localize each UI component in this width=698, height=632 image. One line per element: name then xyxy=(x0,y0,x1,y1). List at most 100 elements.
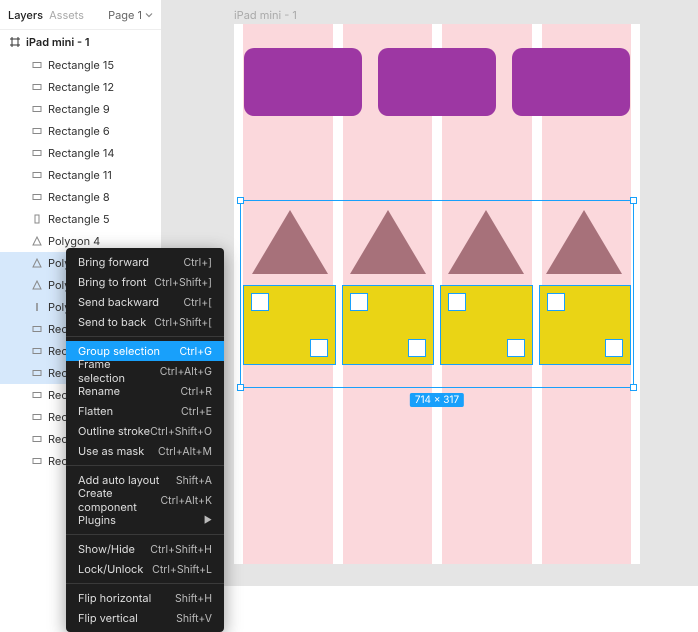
rect-icon xyxy=(32,192,42,202)
layer-row[interactable]: Rectangle 8 xyxy=(0,186,161,208)
menu-shortcut: Ctrl+Alt+M xyxy=(158,445,212,458)
layer-label: Rectangle 15 xyxy=(48,58,114,72)
chevron-right-icon: ▶ xyxy=(204,515,212,526)
menu-item-label: Bring to front xyxy=(78,275,146,289)
rect-icon xyxy=(32,82,42,92)
menu-shortcut: Ctrl+E xyxy=(181,405,212,418)
layer-row[interactable]: Rectangle 6 xyxy=(0,120,161,142)
menu-item[interactable]: Send backwardCtrl+[ xyxy=(66,292,224,312)
rect-icon xyxy=(32,104,42,114)
menu-item[interactable]: Flip horizontal Shift+H xyxy=(66,588,224,608)
menu-item-label: Outline stroke xyxy=(78,424,150,438)
tri-icon xyxy=(32,236,42,246)
menu-item-label: Show/Hide xyxy=(78,542,135,556)
menu-shortcut: Ctrl+Shift+O xyxy=(150,425,212,438)
menu-shortcut: Shift+A xyxy=(176,474,212,487)
menu-shortcut: Ctrl+Alt+G xyxy=(160,365,212,378)
layer-label: Rectangle 11 xyxy=(48,168,112,182)
menu-item-label: Group selection xyxy=(78,344,160,358)
menu-separator xyxy=(66,534,224,535)
rect-icon xyxy=(32,368,42,378)
page-selector[interactable]: Page 1 xyxy=(108,8,153,22)
menu-shortcut: Ctrl+Shift+H xyxy=(150,543,212,556)
menu-item[interactable]: Create componentCtrl+Alt+K xyxy=(66,490,224,510)
menu-shortcut: Ctrl+[ xyxy=(183,296,212,309)
selection-bounds[interactable]: 714 × 317 xyxy=(240,200,634,388)
layer-row[interactable]: Rectangle 14 xyxy=(0,142,161,164)
menu-shortcut: Ctrl+Shift+L xyxy=(152,563,212,576)
rect-icon xyxy=(32,456,42,466)
page-selector-label: Page 1 xyxy=(108,8,142,22)
menu-item-label: Rename xyxy=(78,384,120,398)
menu-shortcut: Shift+V xyxy=(176,612,212,625)
layer-row[interactable]: Rectangle 15 xyxy=(0,54,161,76)
purple-rect[interactable] xyxy=(244,48,362,116)
menu-item[interactable]: Flatten Ctrl+E xyxy=(66,401,224,421)
panel-tabs: Layers Assets Page 1 xyxy=(0,0,161,30)
layer-row[interactable]: Rectangle 5 xyxy=(0,208,161,230)
rect-icon xyxy=(32,170,42,180)
tab-layers[interactable]: Layers xyxy=(8,0,49,30)
rect-icon xyxy=(32,126,42,136)
menu-shortcut: Ctrl+Alt+K xyxy=(160,494,212,507)
menu-shortcut: Ctrl+Shift+] xyxy=(154,276,212,289)
rect-icon xyxy=(32,60,42,70)
menu-item[interactable]: Show/Hide Ctrl+Shift+H xyxy=(66,539,224,559)
menu-item[interactable]: Bring forward Ctrl+] xyxy=(66,252,224,272)
menu-item-label: Use as mask xyxy=(78,444,144,458)
rect-icon xyxy=(32,324,42,334)
rect-icon xyxy=(32,412,42,422)
menu-item-label: Send to back xyxy=(78,315,146,329)
menu-item-label: Bring forward xyxy=(78,255,149,269)
menu-item-label: Plugins xyxy=(78,513,116,527)
purple-rect[interactable] xyxy=(378,48,496,116)
menu-item-label: Flip horizontal xyxy=(78,591,151,605)
tab-assets[interactable]: Assets xyxy=(49,0,90,30)
menu-item[interactable]: Flip verticalShift+V xyxy=(66,608,224,628)
menu-item[interactable]: Lock/Unlock Ctrl+Shift+L xyxy=(66,559,224,579)
purple-rect[interactable] xyxy=(512,48,630,116)
resize-handle-bl[interactable] xyxy=(237,384,244,391)
menu-item-label: Lock/Unlock xyxy=(78,562,143,576)
layer-label: Rectangle 12 xyxy=(48,80,114,94)
rect-v-icon xyxy=(32,214,42,224)
menu-shortcut: Ctrl+] xyxy=(183,256,212,269)
canvas[interactable]: iPad mini - 1 xyxy=(162,0,698,586)
selection-dimensions: 714 × 317 xyxy=(410,393,464,407)
menu-item[interactable]: Outline strokeCtrl+Shift+O xyxy=(66,421,224,441)
menu-item[interactable]: Frame selectionCtrl+Alt+G xyxy=(66,361,224,381)
menu-item-label: Create component xyxy=(78,486,160,514)
menu-item[interactable]: Send to back Ctrl+Shift+[ xyxy=(66,312,224,332)
resize-handle-br[interactable] xyxy=(630,384,637,391)
menu-item-label: Frame selection xyxy=(78,357,160,385)
layer-row[interactable]: Rectangle 11 xyxy=(0,164,161,186)
canvas-frame[interactable]: 714 × 317 xyxy=(234,24,640,564)
layer-row[interactable]: Rectangle 12 xyxy=(0,76,161,98)
tri-icon xyxy=(32,280,42,290)
layer-row[interactable]: Rectangle 9 xyxy=(0,98,161,120)
canvas-frame-label[interactable]: iPad mini - 1 xyxy=(234,8,297,22)
menu-separator xyxy=(66,583,224,584)
rect-icon xyxy=(32,148,42,158)
menu-shortcut: Shift+H xyxy=(175,592,212,605)
resize-handle-tr[interactable] xyxy=(630,197,637,204)
resize-handle-tl[interactable] xyxy=(237,197,244,204)
menu-item[interactable]: Use as mask Ctrl+Alt+M xyxy=(66,441,224,461)
menu-separator xyxy=(66,465,224,466)
chevron-down-icon xyxy=(145,11,153,19)
layer-label: Rectangle 14 xyxy=(48,146,114,160)
context-menu: Bring forward Ctrl+] Bring to front Ctrl+Sh… xyxy=(66,248,224,632)
menu-item[interactable]: Bring to front Ctrl+Shift+] xyxy=(66,272,224,292)
frame-layer[interactable]: iPad mini - 1 xyxy=(0,30,161,54)
line-icon xyxy=(32,302,42,312)
menu-item-label: Flatten xyxy=(78,404,113,418)
rect-icon xyxy=(32,390,42,400)
tri-icon xyxy=(32,258,42,268)
frame-layer-label: iPad mini - 1 xyxy=(26,35,90,49)
menu-item-label: Add auto layout xyxy=(78,473,159,487)
menu-shortcut: Ctrl+Shift+[ xyxy=(154,316,212,329)
app-root: Layers Assets Page 1 iPad mini - 1 Recta… xyxy=(0,0,698,586)
rect-icon xyxy=(32,434,42,444)
layer-label: Rectangle 8 xyxy=(48,190,110,204)
layer-label: Rectangle 5 xyxy=(48,212,110,226)
